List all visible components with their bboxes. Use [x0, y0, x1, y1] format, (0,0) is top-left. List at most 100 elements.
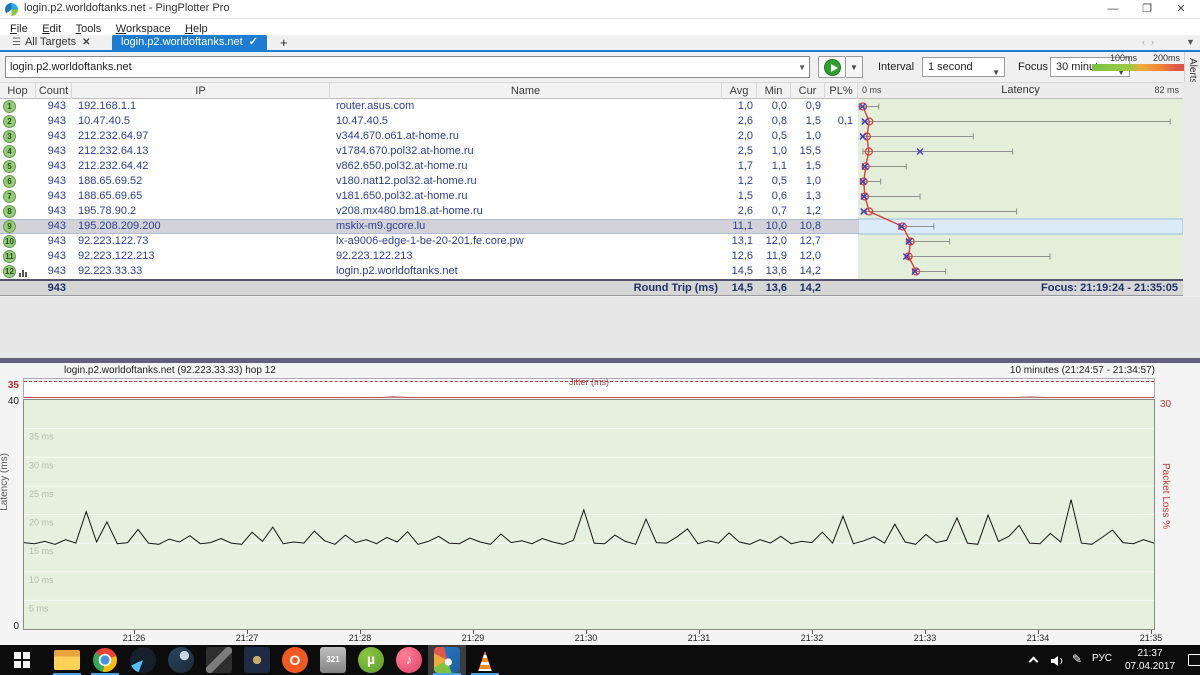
close-tab-icon[interactable]: ✕ [82, 37, 90, 48]
round-trip-row: 943 Round Trip (ms) 14,5 13,6 14,2 Focus… [0, 279, 1183, 296]
restore-button[interactable]: ❐ [1130, 0, 1164, 19]
column-header-hop[interactable]: Hop [0, 83, 36, 99]
svg-text:30 ms: 30 ms [29, 460, 54, 470]
windows-taskbar: ✎ РУС 21:37 07.04.2017 O321µ♪ [0, 645, 1200, 675]
column-header-count[interactable]: Count [36, 83, 72, 99]
column-header-cur[interactable]: Cur [791, 83, 825, 99]
interval-value: 1 second [928, 61, 973, 73]
target-input[interactable] [8, 58, 788, 76]
hop-row-2[interactable]: 294310.47.40.510.47.40.52,60,81,50,1 [0, 114, 858, 129]
taskbar-battle-net-button[interactable] [124, 645, 162, 675]
tab-list-caret-icon[interactable]: ▼ [1186, 37, 1195, 47]
hop-row-6[interactable]: 6943188.65.69.52v180.nat12.pol32.at-home… [0, 174, 858, 189]
tab-target[interactable]: login.p2.worldoftanks.net✓ [112, 35, 267, 50]
menu-workspace[interactable]: Workspace [116, 23, 171, 35]
taskbar-pingplotter-button[interactable] [428, 645, 466, 675]
interval-select[interactable]: 1 second▼ [922, 57, 1005, 77]
hop-row-12[interactable]: 1294392.223.33.33login.p2.worldoftanks.n… [0, 264, 858, 279]
taskbar-media-player-classic-button[interactable]: 321 [314, 645, 352, 675]
hop-name-cell: mskix-m9.gcore.lu [336, 219, 425, 234]
tab-scroll-arrows[interactable]: ‹› [1142, 37, 1160, 47]
hop-avg-cell: 2,6 [722, 114, 753, 129]
hop-avg-cell: 13,1 [722, 234, 753, 249]
hop-cur-cell: 14,2 [791, 264, 821, 279]
taskbar-file-explorer-button[interactable] [48, 645, 86, 675]
play-icon [824, 59, 841, 76]
taskbar-game-launcher-button[interactable] [200, 645, 238, 675]
menu-help[interactable]: Help [185, 23, 208, 35]
round-trip-cur: 14,2 [791, 281, 821, 296]
hop-number-badge: 10 [3, 235, 16, 248]
column-header-pl[interactable]: PL% [825, 83, 858, 99]
taskbar-chrome-button[interactable] [86, 645, 124, 675]
taskbar-utorrent-button[interactable]: µ [352, 645, 390, 675]
menu-file[interactable]: File [10, 23, 28, 35]
taskbar-steam-button[interactable] [162, 645, 200, 675]
hop-row-1[interactable]: 1943192.168.1.1router.asus.com1,00,00,9 [0, 99, 858, 114]
hop-count-cell: 943 [36, 99, 66, 114]
language-indicator[interactable]: РУС [1092, 653, 1112, 675]
hop-row-4[interactable]: 4943212.232.64.13v1784.670.pol32.at-home… [0, 144, 858, 159]
alerts-label: Alerts [1187, 58, 1198, 84]
round-trip-avg: 14,5 [722, 281, 753, 296]
column-header-ip[interactable]: IP [72, 83, 330, 99]
hop-count-cell: 943 [36, 234, 66, 249]
hop-ip-cell: 188.65.69.65 [78, 189, 142, 204]
chevron-down-icon[interactable]: ▼ [798, 63, 806, 72]
start-button[interactable] [0, 645, 45, 675]
target-combobox[interactable]: ▼ [5, 56, 810, 78]
volume-icon[interactable] [1050, 654, 1065, 675]
hop-name-cell: 92.223.122.213 [336, 249, 412, 264]
hop-cur-cell: 0,9 [791, 99, 821, 114]
hop-name-cell: v1784.670.pol32.at-home.ru [336, 144, 474, 159]
packet-loss-max-label: 30 [1160, 399, 1171, 410]
menu-bar: File Edit Tools Workspace Help [0, 19, 1200, 35]
column-header-name[interactable]: Name [330, 83, 722, 99]
hop-count-cell: 943 [36, 129, 66, 144]
hop-row-11[interactable]: 1194392.223.122.21392.223.122.21312,611,… [0, 249, 858, 264]
hop-pl-cell [825, 264, 853, 279]
hop-row-8[interactable]: 8943195.78.90.2v208.mx480.bm18.at-home.r… [0, 204, 858, 219]
timeline-range: 10 minutes (21:24:57 - 21:34:57) [1010, 365, 1155, 376]
hop-row-10[interactable]: 1094392.223.122.73lx-a9006-edge-1-be-20-… [0, 234, 858, 249]
time-tick-label: 21:28 [349, 633, 372, 643]
column-header-min[interactable]: Min [757, 83, 791, 99]
hop-row-5[interactable]: 5943212.232.64.42v862.650.pol32.at-home.… [0, 159, 858, 174]
time-tick-label: 21:31 [688, 633, 711, 643]
hop-number-badge: 12 [3, 265, 16, 278]
windows-logo-icon [14, 652, 30, 668]
hop-ip-cell: 212.232.64.42 [78, 159, 148, 174]
menu-edit[interactable]: Edit [42, 23, 61, 35]
minimize-button[interactable]: — [1096, 0, 1130, 19]
column-header-avg[interactable]: Avg [722, 83, 757, 99]
taskbar-itunes-button[interactable]: ♪ [390, 645, 428, 675]
pen-input-icon[interactable]: ✎ [1072, 652, 1082, 675]
trace-options-caret[interactable]: ▼ [846, 56, 863, 78]
hop-min-cell: 0,5 [757, 129, 787, 144]
hop-number-badge: 1 [3, 100, 16, 113]
hop-number-badge: 4 [3, 145, 16, 158]
new-tab-button[interactable]: + [280, 35, 288, 50]
close-button[interactable]: ✕ [1164, 0, 1198, 19]
start-trace-button[interactable] [818, 56, 846, 78]
graph-title: Latency [858, 84, 1183, 96]
action-center-icon[interactable] [1188, 654, 1200, 666]
hop-ip-cell: 92.223.122.213 [78, 249, 154, 264]
hop-number-badge: 7 [3, 190, 16, 203]
tab-all-targets-label: All Targets [25, 36, 76, 48]
tray-chevron-up-icon[interactable] [1029, 657, 1039, 667]
hop-avg-cell: 14,5 [722, 264, 753, 279]
clock[interactable]: 21:37 07.04.2017 [1120, 647, 1180, 675]
hop-latency-graph[interactable] [858, 99, 1183, 279]
taskbar-origin-button[interactable]: O [276, 645, 314, 675]
hop-row-9[interactable]: 9943195.208.209.200mskix-m9.gcore.lu11,1… [0, 219, 858, 234]
latency-timeline-plot[interactable]: 35 ms30 ms25 ms20 ms15 ms10 ms5 ms [23, 399, 1155, 630]
taskbar-vlc-button[interactable] [466, 645, 504, 675]
jitter-strip[interactable]: Jitter (ms) [23, 378, 1155, 398]
hop-row-7[interactable]: 7943188.65.69.65v181.650.pol32.at-home.r… [0, 189, 858, 204]
menu-tools[interactable]: Tools [76, 23, 102, 35]
tab-all-targets[interactable]: ☰All Targets✕ [4, 35, 99, 50]
hop-ip-cell: 195.208.209.200 [78, 219, 161, 234]
hop-row-3[interactable]: 3943212.232.64.97v344.670.o61.at-home.ru… [0, 129, 858, 144]
taskbar-world-of-tanks-button[interactable] [238, 645, 276, 675]
